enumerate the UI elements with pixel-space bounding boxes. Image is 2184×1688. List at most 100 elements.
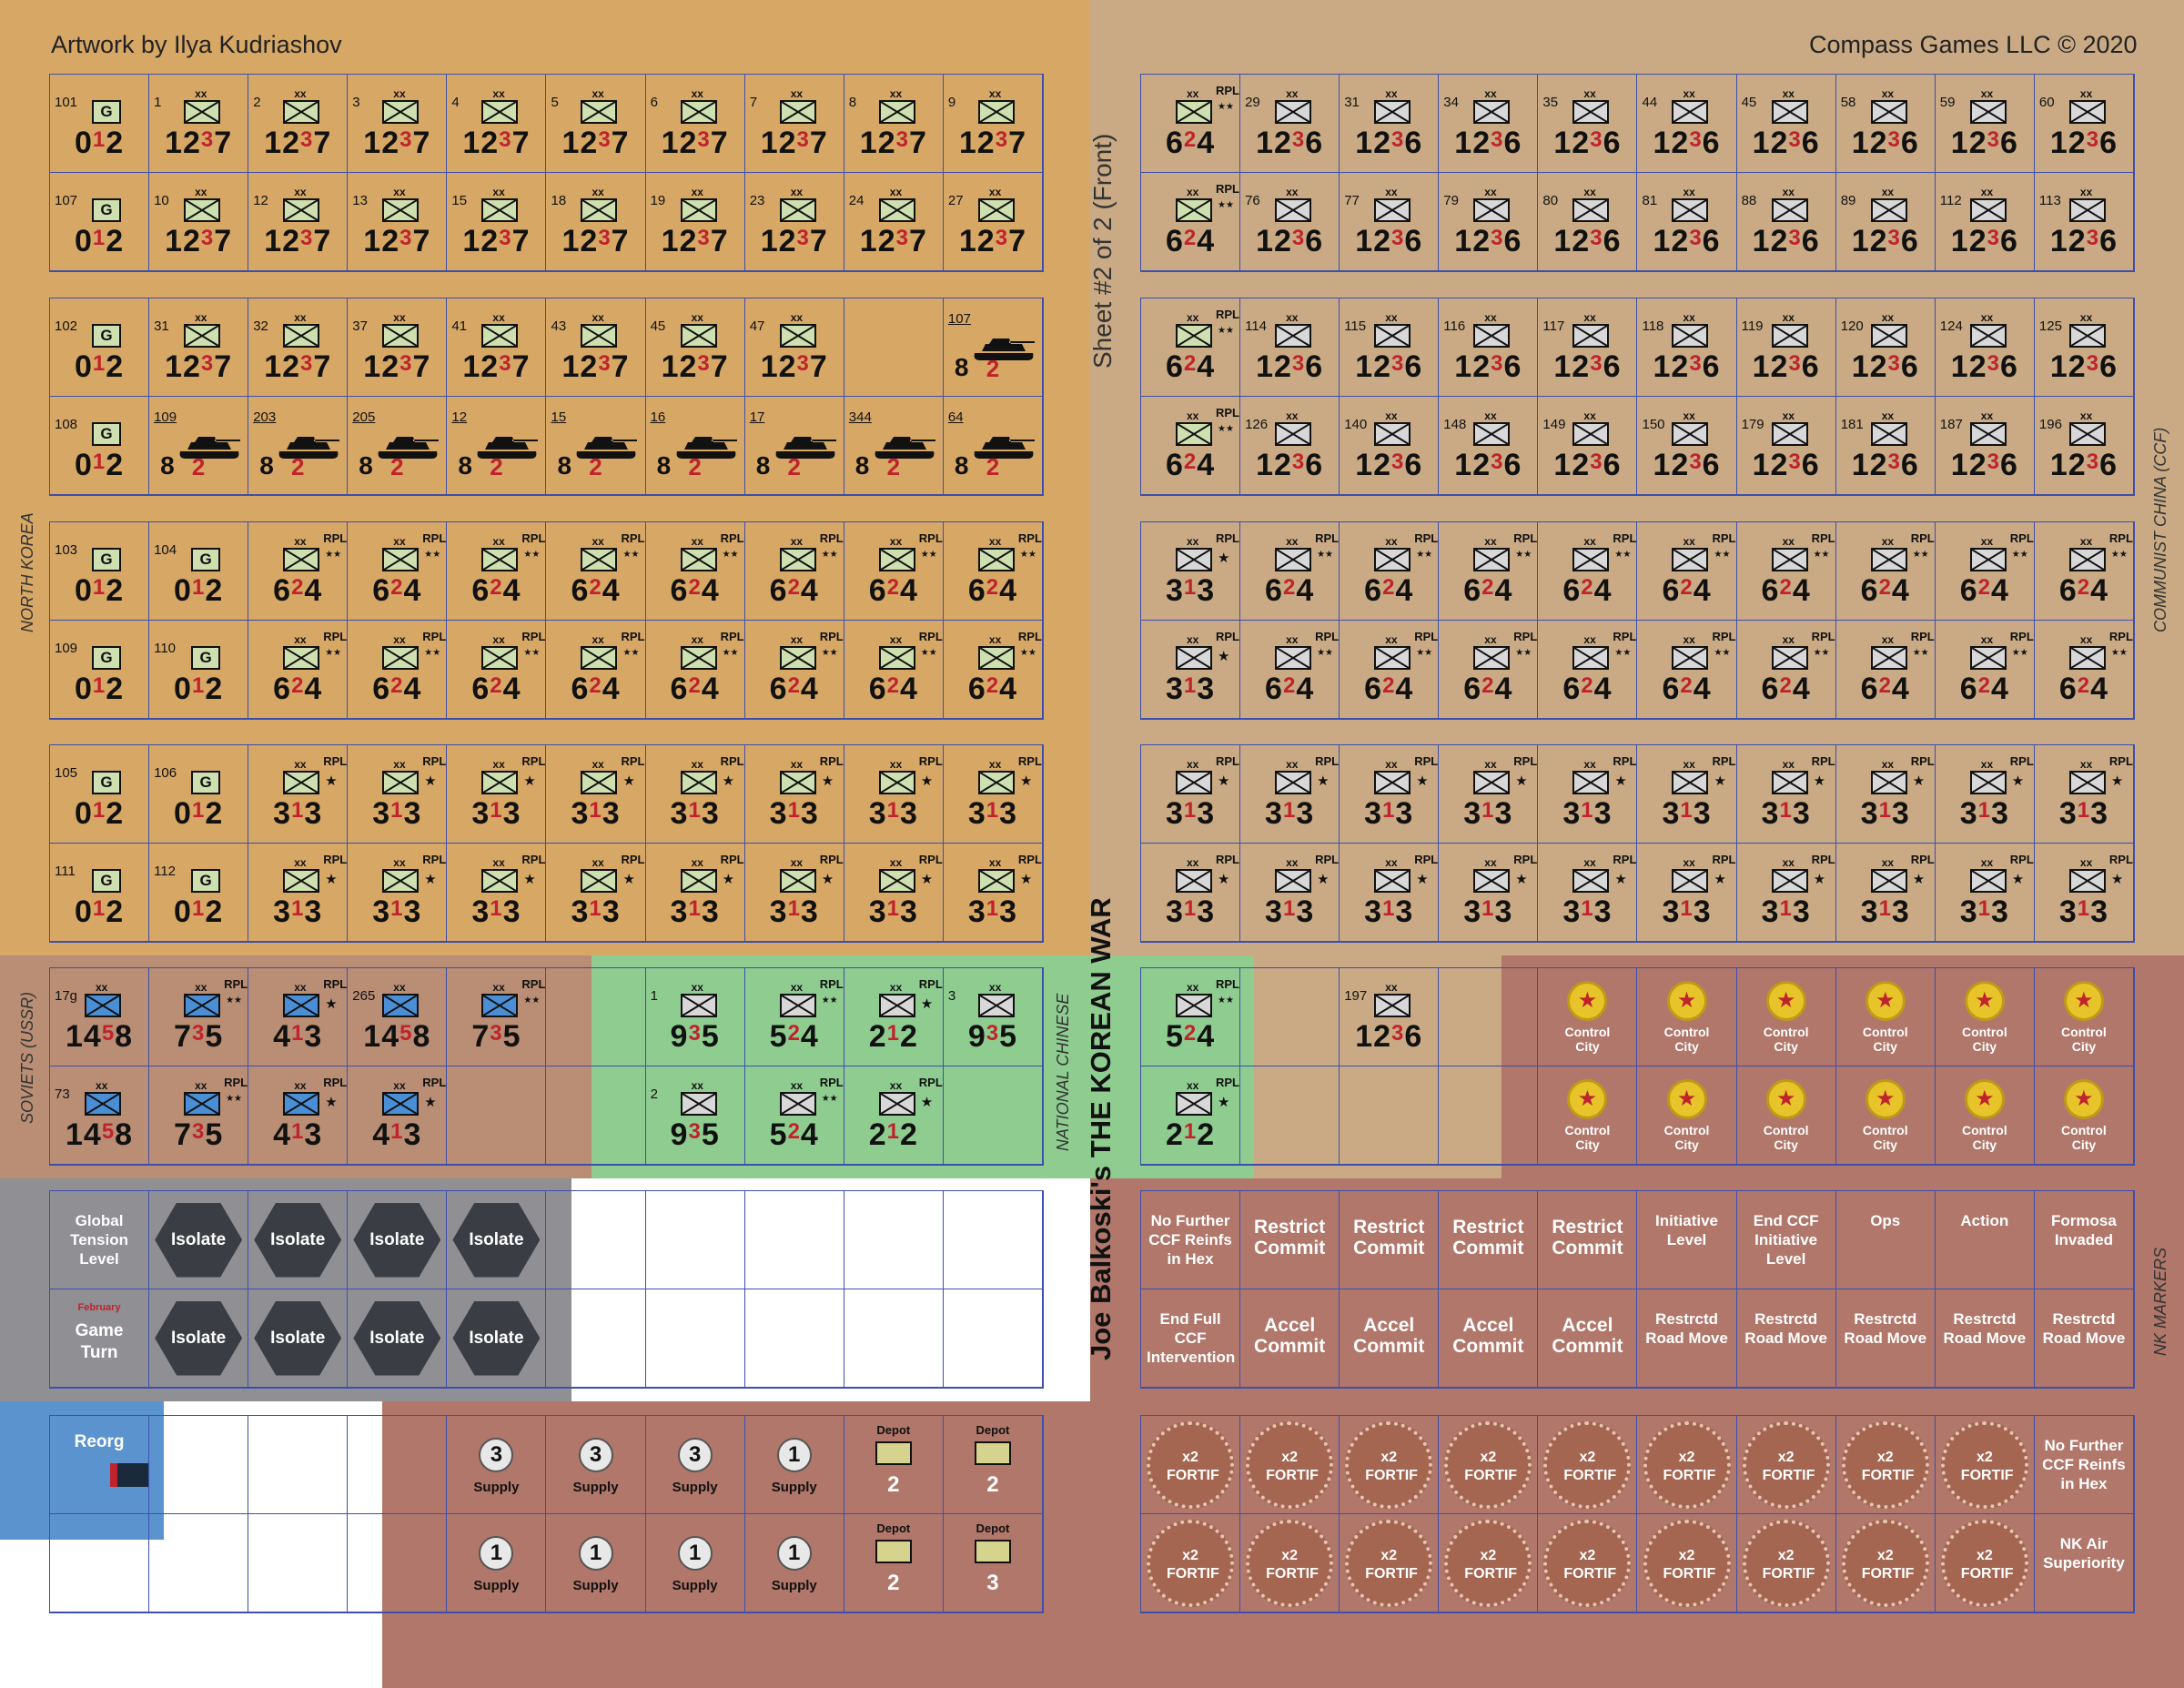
counter-slot[interactable]: x2 FORTIF: [1340, 1416, 1440, 1514]
counter-slot[interactable]: xx 2 1237: [248, 75, 349, 173]
counter-slot[interactable]: 103 G 012: [50, 522, 150, 621]
counter-slot[interactable]: xxRPL2★★624: [2034, 621, 2134, 719]
counter-slot[interactable]: xxRPL2★★624: [744, 522, 844, 621]
counter-slot[interactable]: xx 7 1237: [744, 75, 844, 173]
counter-slot[interactable]: xxRPL1★313: [1240, 844, 1340, 942]
counter-slot[interactable]: xxRPL1★313: [546, 844, 646, 942]
counter-slot[interactable]: Depot 2: [844, 1416, 944, 1514]
counter-slot[interactable]: xxRPL1★313: [1439, 844, 1539, 942]
counter-slot[interactable]: [1340, 1066, 1440, 1165]
counter-slot[interactable]: x2 FORTIF: [1340, 1514, 1440, 1612]
counter-slot[interactable]: xxRPL1★313: [1736, 745, 1836, 844]
counter-slot[interactable]: 344 8 2: [844, 397, 944, 495]
counter-slot[interactable]: [447, 1066, 547, 1165]
counter-slot[interactable]: xxRPL1★313: [645, 844, 745, 942]
counter-slot[interactable]: xxRPL1★313: [844, 844, 944, 942]
counter-slot[interactable]: x2 FORTIF: [1538, 1416, 1638, 1514]
counter-slot[interactable]: xxRPL1★313: [1538, 844, 1638, 942]
counter-slot[interactable]: xx 31 1236: [1340, 75, 1440, 173]
counter-slot[interactable]: xx 44 1236: [1637, 75, 1737, 173]
counter-slot[interactable]: xxRPL2★★624: [546, 621, 646, 719]
counter-slot[interactable]: xx 43 1237: [546, 298, 646, 397]
counter-slot[interactable]: xx 15 1237: [447, 173, 547, 271]
counter-slot[interactable]: xx 23 1237: [744, 173, 844, 271]
counter-slot[interactable]: Depot 2: [943, 1416, 1043, 1514]
counter-slot[interactable]: xxRPL2★★624: [348, 621, 448, 719]
counter-slot[interactable]: Control City: [1637, 968, 1737, 1066]
counter-slot[interactable]: xxRPL1★313: [1141, 621, 1241, 719]
counter-slot[interactable]: xxRPL2★★624: [447, 621, 547, 719]
counter-slot[interactable]: xxRPL2★★624: [1935, 621, 2035, 719]
counter-slot[interactable]: xx 24 1237: [844, 173, 944, 271]
counter-slot[interactable]: xxRPL1★313: [645, 745, 745, 844]
counter-slot[interactable]: xx 77 1236: [1340, 173, 1440, 271]
counter-slot[interactable]: 109 8 2: [149, 397, 249, 495]
counter-slot[interactable]: Control City: [2034, 968, 2134, 1066]
counter-slot[interactable]: xx 265 1458: [348, 968, 448, 1066]
counter-slot[interactable]: xx 76 1236: [1240, 173, 1340, 271]
counter-slot[interactable]: xxRPL2★★624: [943, 522, 1043, 621]
counter-slot[interactable]: End CCF Initiative Level: [1736, 1191, 1836, 1289]
counter-slot[interactable]: xxRPL2★★624: [1141, 75, 1241, 173]
counter-slot[interactable]: xx 112 1236: [1935, 173, 2035, 271]
counter-slot[interactable]: Depot 3: [943, 1514, 1043, 1612]
counter-slot[interactable]: xx 120 1236: [1835, 298, 1936, 397]
counter-slot[interactable]: xx 17g 1458: [50, 968, 150, 1066]
counter-slot[interactable]: xx 113 1236: [2034, 173, 2134, 271]
counter-slot[interactable]: x2 FORTIF: [1439, 1416, 1539, 1514]
counter-slot[interactable]: xx 9 1237: [943, 75, 1043, 173]
counter-slot[interactable]: xxRPL1★313: [1340, 745, 1440, 844]
counter-slot[interactable]: 15 8 2: [546, 397, 646, 495]
counter-slot[interactable]: x2 FORTIF: [1240, 1416, 1340, 1514]
counter-slot[interactable]: xxRPL1★313: [248, 745, 349, 844]
counter-slot[interactable]: Accel Commit: [1538, 1289, 1638, 1388]
counter-slot[interactable]: Formosa Invaded: [2034, 1191, 2134, 1289]
counter-slot[interactable]: xx 114 1236: [1240, 298, 1340, 397]
counter-slot[interactable]: xxRPL2★★624: [248, 621, 349, 719]
counter-slot[interactable]: Control City: [1935, 1066, 2035, 1165]
counter-slot[interactable]: 3 Supply: [546, 1416, 646, 1514]
counter-slot[interactable]: 106 G 012: [149, 745, 249, 844]
counter-slot[interactable]: Control City: [1835, 1066, 1936, 1165]
counter-slot[interactable]: xxRPL1★413: [348, 1066, 448, 1165]
counter-slot[interactable]: xx 181 1236: [1835, 397, 1936, 495]
counter-slot[interactable]: Restrctd Road Move: [1835, 1289, 1936, 1388]
counter-slot[interactable]: xx 81 1236: [1637, 173, 1737, 271]
counter-slot[interactable]: Isolate: [447, 1191, 547, 1289]
counter-slot[interactable]: xx 32 1237: [248, 298, 349, 397]
counter-slot[interactable]: xxRPL1★413: [248, 1066, 349, 1165]
counter-slot[interactable]: 110 G 012: [149, 621, 249, 719]
counter-slot[interactable]: 1 Supply: [744, 1416, 844, 1514]
counter-slot[interactable]: xxRPL1★313: [1240, 745, 1340, 844]
counter-slot[interactable]: xx 6 1237: [645, 75, 745, 173]
counter-slot[interactable]: xxRPL1★313: [1340, 844, 1440, 942]
counter-slot[interactable]: [1439, 1066, 1539, 1165]
counter-slot[interactable]: xxRPL2★★624: [1141, 397, 1241, 495]
counter-slot[interactable]: xx 58 1236: [1835, 75, 1936, 173]
counter-slot[interactable]: xxRPL1★313: [1439, 745, 1539, 844]
counter-slot[interactable]: Control City: [1637, 1066, 1737, 1165]
counter-slot[interactable]: xx 8 1237: [844, 75, 944, 173]
counter-slot[interactable]: xx 73 1458: [50, 1066, 150, 1165]
counter-slot[interactable]: Control City: [1736, 968, 1836, 1066]
counter-slot[interactable]: xx 115 1236: [1340, 298, 1440, 397]
counter-slot[interactable]: 1 Supply: [645, 1514, 745, 1612]
counter-slot[interactable]: Control City: [1935, 968, 2035, 1066]
counter-slot[interactable]: 1 Supply: [546, 1514, 646, 1612]
counter-slot[interactable]: xx 2 935: [645, 1066, 745, 1165]
counter-slot[interactable]: xxRPL1★313: [248, 844, 349, 942]
counter-slot[interactable]: Isolate: [348, 1289, 448, 1388]
counter-slot[interactable]: xx 150 1236: [1637, 397, 1737, 495]
counter-slot[interactable]: xxRPL1★413: [248, 968, 349, 1066]
counter-slot[interactable]: xxRPL1★212: [1141, 1066, 1241, 1165]
counter-slot[interactable]: Control City: [1538, 968, 1638, 1066]
counter-slot[interactable]: xxRPL2★★624: [1736, 621, 1836, 719]
counter-slot[interactable]: xx 12 1237: [248, 173, 349, 271]
counter-slot[interactable]: xxRPL1★313: [447, 745, 547, 844]
counter-slot[interactable]: [149, 1514, 249, 1612]
counter-slot[interactable]: xxRPL1★313: [348, 844, 448, 942]
counter-slot[interactable]: 107 8 2: [943, 298, 1043, 397]
counter-slot[interactable]: Accel Commit: [1439, 1289, 1539, 1388]
counter-slot[interactable]: xxRPL2★★624: [1935, 522, 2035, 621]
counter-slot[interactable]: xxRPL1★313: [744, 745, 844, 844]
